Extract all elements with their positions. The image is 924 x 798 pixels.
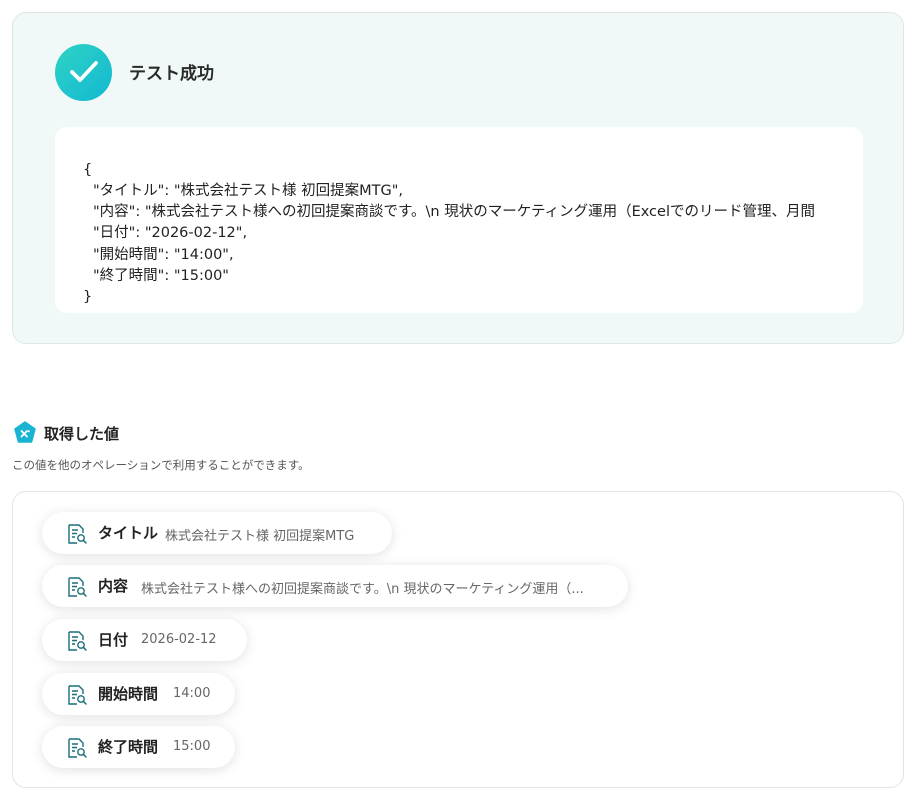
section-title: 取得した値 <box>44 425 120 443</box>
value-chip-label: 日付 <box>98 631 129 649</box>
value-chip-label: 開始時間 <box>98 685 159 703</box>
document-search-icon <box>68 524 87 544</box>
value-chip-date[interactable]: 日付 2026-02-12 <box>42 619 247 661</box>
variable-badge-icon <box>13 421 37 449</box>
value-chip-label: 内容 <box>98 577 129 595</box>
document-search-icon <box>68 577 87 597</box>
section-description: この値を他のオペレーションで利用することができます。 <box>12 458 310 472</box>
json-line: "終了時間": "15:00" <box>93 268 229 284</box>
value-chip-content[interactable]: 内容 株式会社テスト様への初回提案商談です。\n 現状のマーケティング運用（..… <box>42 565 628 607</box>
value-chip-value: 14:00 <box>173 686 211 701</box>
value-chip-label: タイトル <box>98 524 159 542</box>
json-line: "日付": "2026-02-12", <box>93 225 248 241</box>
success-title: テスト成功 <box>129 64 214 84</box>
value-chip-value: 15:00 <box>173 739 211 754</box>
acquired-values-panel: タイトル 株式会社テスト様 初回提案MTG 内容 株式会社テスト様への初回提案商… <box>12 491 904 788</box>
json-line: { <box>83 162 93 178</box>
json-output: { "タイトル": "株式会社テスト様 初回提案MTG", "内容": "株式会… <box>55 127 863 313</box>
document-search-icon <box>68 685 87 705</box>
value-chip-value: 株式会社テスト様への初回提案商談です。\n 現状のマーケティング運用（... <box>141 582 584 597</box>
json-line: "開始時間": "14:00", <box>93 247 234 263</box>
document-search-icon <box>68 631 87 651</box>
value-chip-value: 株式会社テスト様 初回提案MTG <box>165 529 355 544</box>
value-chip-title[interactable]: タイトル 株式会社テスト様 初回提案MTG <box>42 512 392 554</box>
value-chip-start-time[interactable]: 開始時間 14:00 <box>42 673 235 715</box>
json-line: "内容": "株式会社テスト様への初回提案商談です。\n 現状のマーケティング運… <box>93 204 815 220</box>
value-chip-value: 2026-02-12 <box>141 632 217 647</box>
value-chip-end-time[interactable]: 終了時間 15:00 <box>42 726 235 768</box>
document-search-icon <box>68 738 87 758</box>
value-chip-label: 終了時間 <box>98 738 159 756</box>
check-icon <box>55 44 112 101</box>
test-success-panel: テスト成功 { "タイトル": "株式会社テスト様 初回提案MTG", "内容"… <box>12 12 904 344</box>
json-line: "タイトル": "株式会社テスト様 初回提案MTG", <box>93 183 403 199</box>
json-line: } <box>83 289 93 305</box>
